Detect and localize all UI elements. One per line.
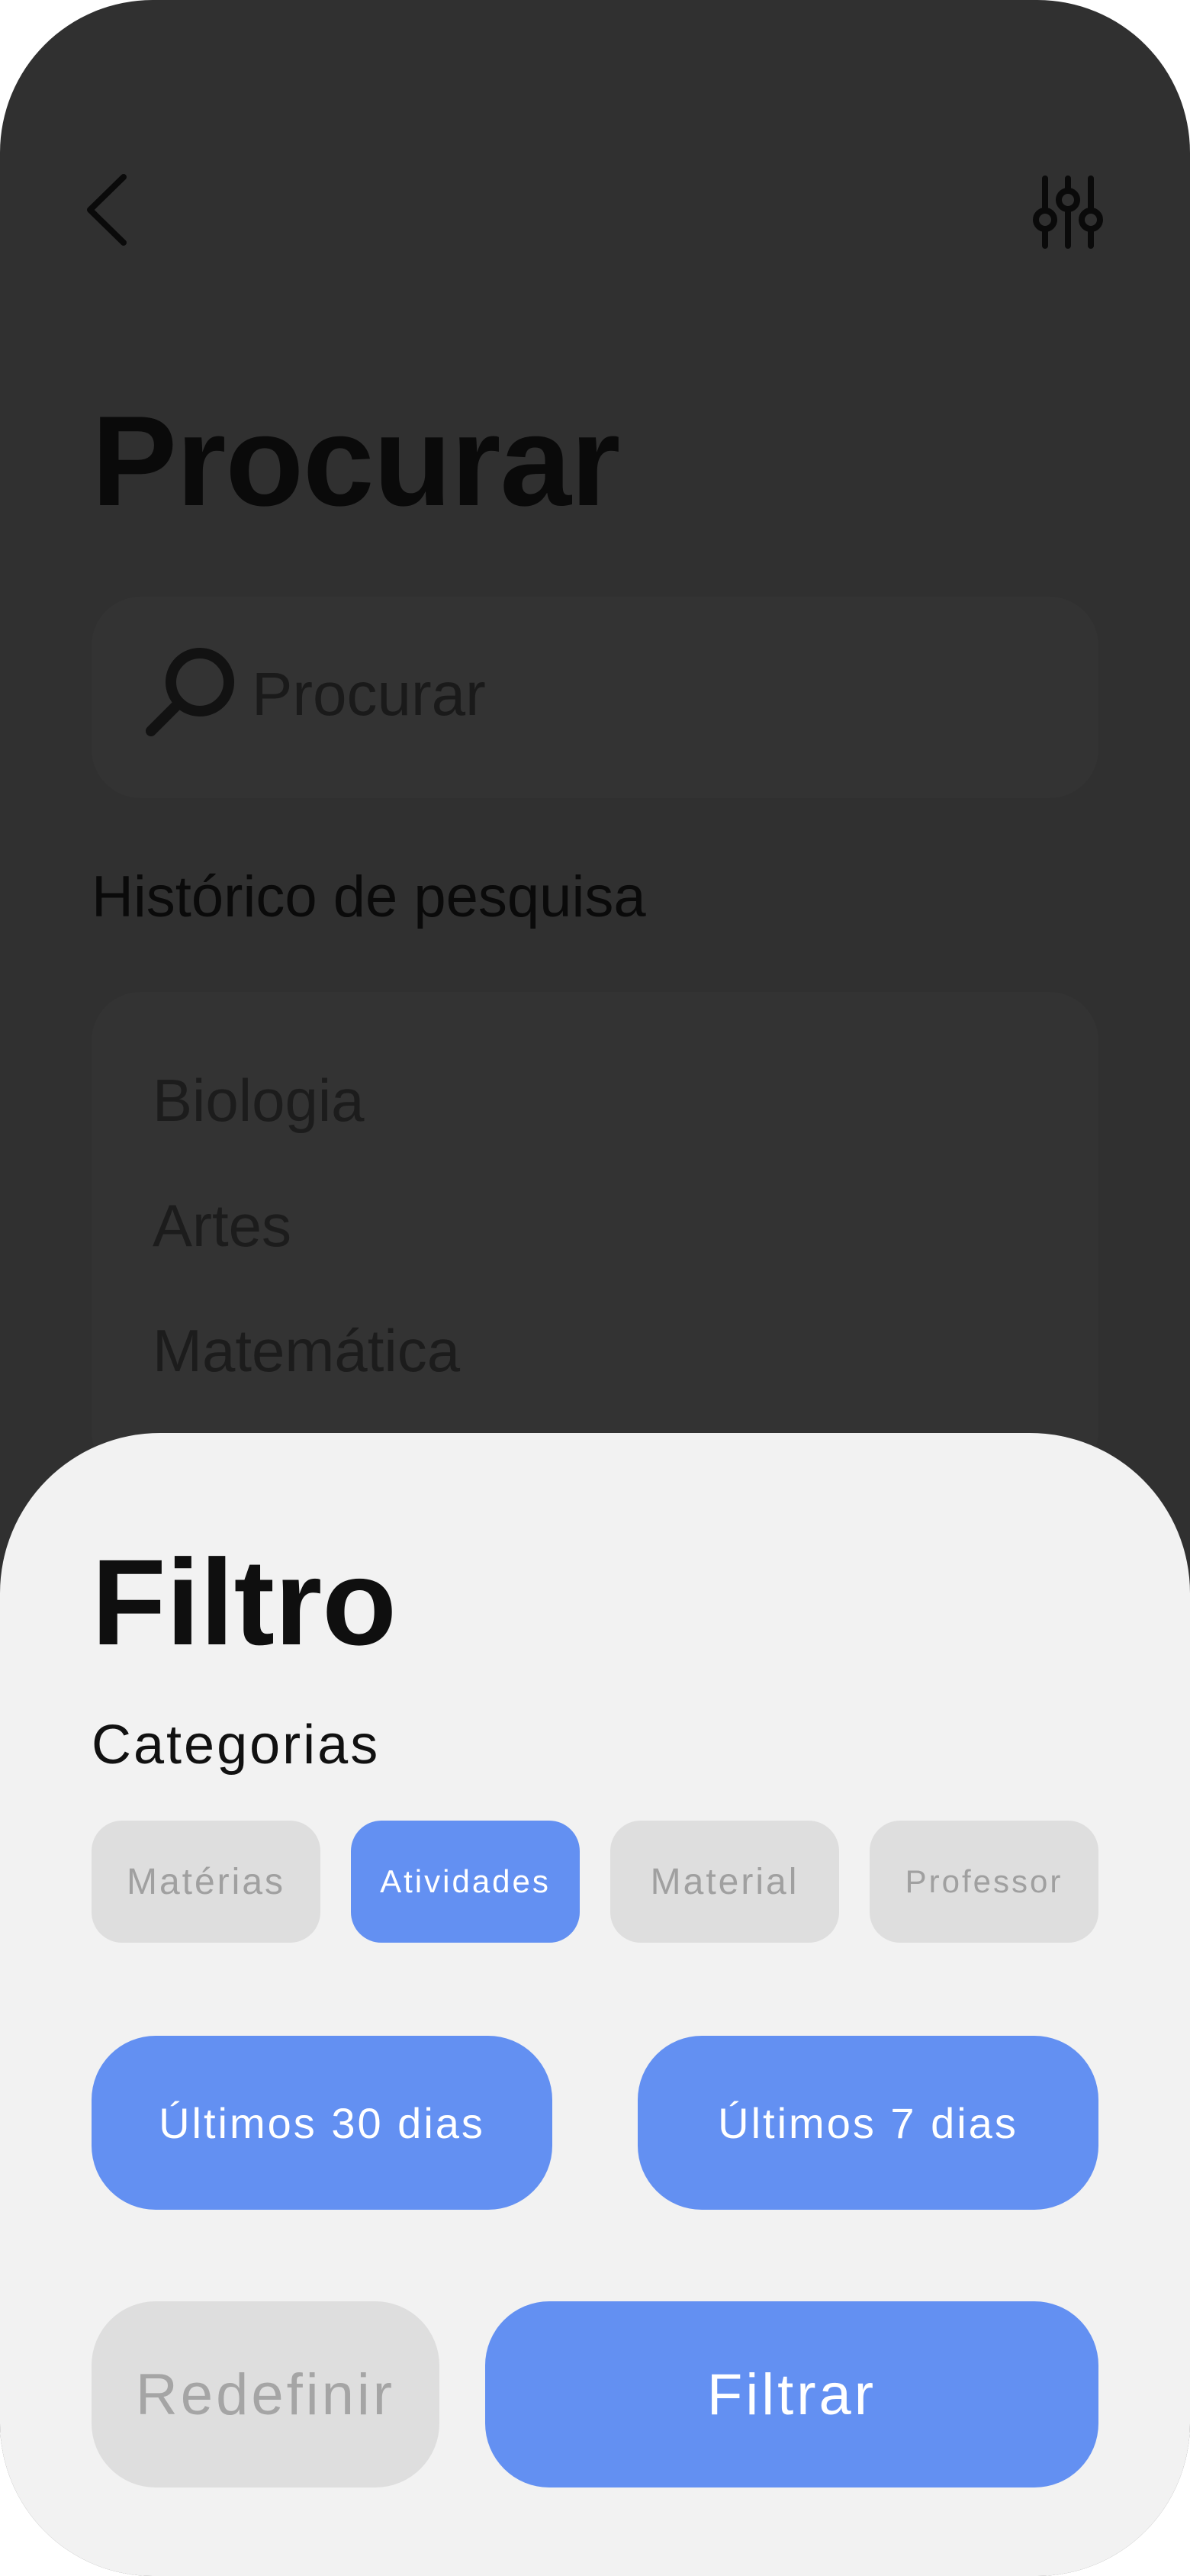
category-chip-atividades[interactable]: Atividades xyxy=(351,1821,580,1943)
categories-title: Categorias xyxy=(92,1715,381,1776)
history-title: Histórico de pesquisa xyxy=(92,865,646,929)
filter-settings-button[interactable] xyxy=(1030,174,1106,250)
search-placeholder: Procurar xyxy=(252,660,486,728)
back-button[interactable] xyxy=(76,168,137,252)
reset-button[interactable]: Redefinir xyxy=(92,2301,439,2487)
sheet-title: Filtro xyxy=(92,1534,397,1670)
history-item-biologia[interactable]: Biologia xyxy=(153,1065,365,1137)
search-input[interactable]: Procurar xyxy=(92,597,1098,798)
chevron-left-icon xyxy=(87,174,127,246)
phone-screen: Procurar Procurar Histórico de pesquisa … xyxy=(0,0,1190,2576)
search-icon xyxy=(146,648,234,736)
range-7-days-button[interactable]: Últimos 7 dias xyxy=(638,2036,1098,2210)
category-chip-professor[interactable]: Professor xyxy=(870,1821,1098,1943)
category-chip-materias[interactable]: Matérias xyxy=(92,1821,320,1943)
history-item-artes[interactable]: Artes xyxy=(153,1190,291,1262)
history-list: Biologia Artes Matemática xyxy=(92,992,1098,1480)
category-chip-material[interactable]: Material xyxy=(610,1821,839,1943)
sliders-icon xyxy=(1033,175,1103,249)
filter-sheet: Filtro Categorias Matérias Atividades Ma… xyxy=(0,1433,1190,2576)
apply-filter-button[interactable]: Filtrar xyxy=(485,2301,1098,2487)
history-item-matematica[interactable]: Matemática xyxy=(153,1315,460,1387)
range-30-days-button[interactable]: Últimos 30 dias xyxy=(92,2036,552,2210)
page-title: Procurar xyxy=(92,389,620,533)
